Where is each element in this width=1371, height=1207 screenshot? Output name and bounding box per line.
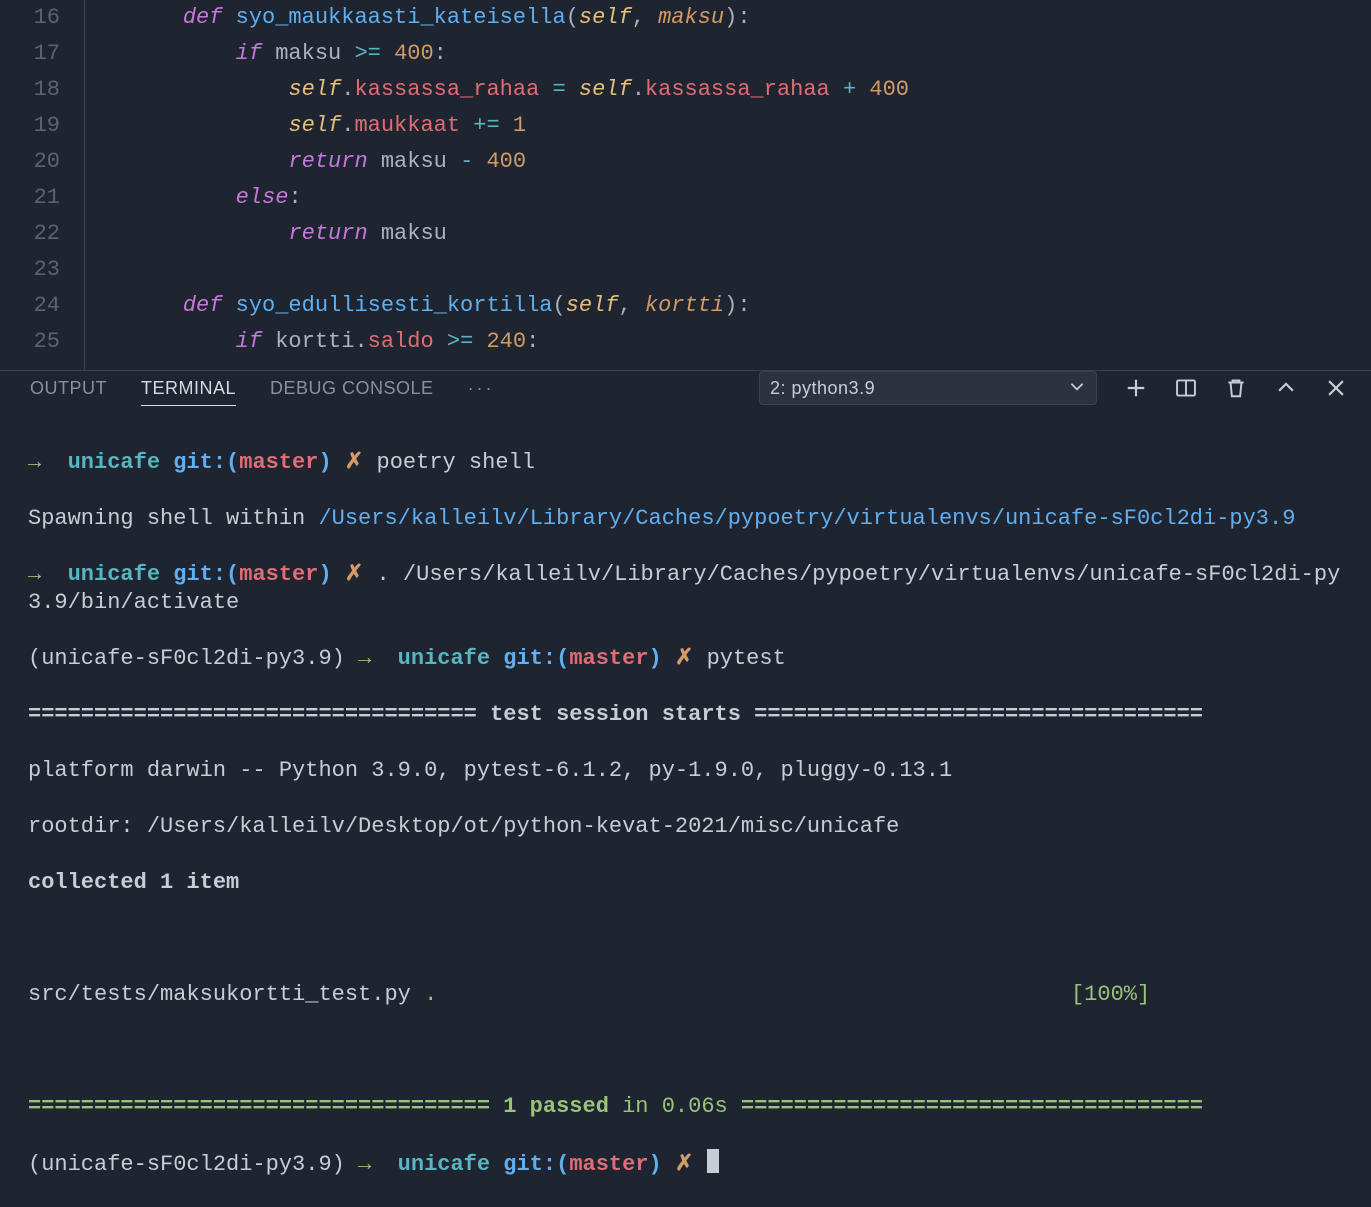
line-number: 16 bbox=[0, 0, 60, 36]
split-terminal-icon[interactable] bbox=[1175, 377, 1197, 399]
terminal-line bbox=[28, 1037, 1343, 1065]
panel-overflow-icon[interactable]: ··· bbox=[468, 378, 495, 399]
terminal-line: (unicafe-sF0cl2di-py3.9) → unicafe git:(… bbox=[28, 645, 1343, 673]
terminal-line: rootdir: /Users/kalleilv/Desktop/ot/pyth… bbox=[28, 813, 1343, 841]
terminal-line: → unicafe git:(master) ✗ . /Users/kallei… bbox=[28, 561, 1343, 617]
terminal-line: collected 1 item bbox=[28, 869, 1343, 897]
line-number-gutter: 16171819202122232425 bbox=[0, 0, 84, 370]
line-number: 19 bbox=[0, 108, 60, 144]
close-panel-icon[interactable] bbox=[1325, 377, 1347, 399]
tab-output[interactable]: OUTPUT bbox=[30, 371, 107, 405]
tab-terminal[interactable]: TERMINAL bbox=[141, 372, 236, 406]
line-number: 21 bbox=[0, 180, 60, 216]
line-number: 25 bbox=[0, 324, 60, 360]
terminal-line: Spawning shell within /Users/kalleilv/Li… bbox=[28, 505, 1343, 533]
code-line[interactable]: self.maukkaat += 1 bbox=[130, 108, 1371, 144]
indent-guide bbox=[84, 0, 130, 370]
code-line[interactable]: return maksu - 400 bbox=[130, 144, 1371, 180]
tab-debug-console[interactable]: DEBUG CONSOLE bbox=[270, 371, 434, 405]
terminal-line bbox=[28, 925, 1343, 953]
code-lines[interactable]: def syo_maukkaasti_kateisella(self, maks… bbox=[130, 0, 1371, 370]
code-editor[interactable]: 16171819202122232425 def syo_maukkaasti_… bbox=[0, 0, 1371, 370]
code-line[interactable] bbox=[130, 252, 1371, 288]
line-number: 20 bbox=[0, 144, 60, 180]
code-line[interactable]: def syo_edullisesti_kortilla(self, kortt… bbox=[130, 288, 1371, 324]
kill-terminal-icon[interactable] bbox=[1225, 377, 1247, 399]
panel-tab-bar: OUTPUT TERMINAL DEBUG CONSOLE ··· 2: pyt… bbox=[0, 370, 1371, 405]
terminal-line: → unicafe git:(master) ✗ poetry shell bbox=[28, 449, 1343, 477]
terminal-line: platform darwin -- Python 3.9.0, pytest-… bbox=[28, 757, 1343, 785]
code-line[interactable]: if maksu >= 400: bbox=[130, 36, 1371, 72]
code-line[interactable]: else: bbox=[130, 180, 1371, 216]
chevron-down-icon bbox=[1068, 377, 1086, 400]
line-number: 18 bbox=[0, 72, 60, 108]
terminal-line: ================================== test … bbox=[28, 701, 1343, 729]
code-line[interactable]: return maksu bbox=[130, 216, 1371, 252]
line-number: 17 bbox=[0, 36, 60, 72]
code-line[interactable]: self.kassassa_rahaa = self.kassassa_raha… bbox=[130, 72, 1371, 108]
terminal-output[interactable]: → unicafe git:(master) ✗ poetry shell Sp… bbox=[0, 405, 1371, 1207]
code-line[interactable]: if kortti.saldo >= 240: bbox=[130, 324, 1371, 360]
terminal-cursor bbox=[707, 1149, 719, 1173]
terminal-selector-label: 2: python3.9 bbox=[770, 378, 875, 399]
line-number: 24 bbox=[0, 288, 60, 324]
terminal-selector-dropdown[interactable]: 2: python3.9 bbox=[759, 371, 1097, 405]
line-number: 22 bbox=[0, 216, 60, 252]
line-number: 23 bbox=[0, 252, 60, 288]
new-terminal-icon[interactable] bbox=[1125, 377, 1147, 399]
terminal-prompt[interactable]: (unicafe-sF0cl2di-py3.9) → unicafe git:(… bbox=[28, 1149, 1343, 1179]
terminal-line: src/tests/maksukortti_test.py . [100%] bbox=[28, 981, 1343, 1009]
maximize-panel-icon[interactable] bbox=[1275, 377, 1297, 399]
panel-actions bbox=[1125, 377, 1347, 399]
terminal-line: =================================== 1 pa… bbox=[28, 1093, 1343, 1121]
code-line[interactable]: def syo_maukkaasti_kateisella(self, maks… bbox=[130, 0, 1371, 36]
